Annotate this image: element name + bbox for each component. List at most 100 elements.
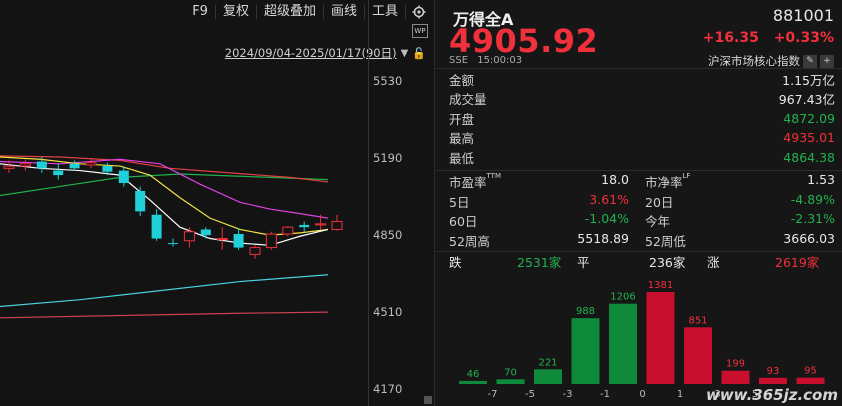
- index-category: 沪深市场核心指数 ✎ +: [708, 53, 834, 69]
- index-category-label: 沪深市场核心指数: [708, 54, 800, 68]
- change-value: +16.35: [702, 30, 759, 46]
- candle-body: [135, 190, 146, 212]
- stat-row: 5日 3.61% 20日 -4.89%: [449, 192, 835, 210]
- quote-row-label: 最低: [449, 150, 475, 166]
- stat-label: 20日: [645, 194, 674, 210]
- candle-body: [151, 214, 162, 239]
- stat-label: 52周高: [449, 233, 490, 249]
- y-tick-label: 4170: [373, 382, 403, 396]
- distribution-axis-label: -7: [488, 389, 498, 400]
- change-percent: +0.33%: [773, 30, 834, 46]
- distribution-bar: [534, 369, 562, 384]
- stat-label: 市盈率TTM: [449, 172, 501, 190]
- candle-body: [53, 170, 64, 176]
- stat-label: 今年: [645, 214, 671, 229]
- flat-label: 平: [577, 255, 590, 270]
- up-count: 2619家: [775, 255, 820, 270]
- quote-row-value: 967.43亿: [778, 92, 835, 107]
- quote-row-value: 4864.38: [783, 149, 835, 165]
- edit-icon[interactable]: ✎: [803, 54, 817, 68]
- stat-value: -1.04%: [584, 211, 629, 226]
- ma30-line: [0, 173, 329, 197]
- distribution-bar: [459, 380, 487, 384]
- quote-row-label: 开盘: [449, 111, 475, 127]
- up-label: 涨: [707, 255, 720, 270]
- candle-body: [282, 226, 294, 235]
- quote-time: 15:00:03: [477, 55, 523, 66]
- distribution-value-label: 851: [688, 315, 707, 326]
- stat-value: -2.31%: [790, 211, 835, 226]
- stat-row: 52周高 5518.89 52周低 3666.03: [449, 231, 835, 249]
- down-label: 跌: [449, 255, 462, 270]
- stat-value: 5518.89: [577, 230, 629, 246]
- stat-label: 60日: [449, 214, 478, 229]
- distribution-value-label: 1381: [648, 280, 673, 291]
- distribution-axis-label: 1: [677, 389, 683, 400]
- stat-label: 5日: [449, 194, 470, 210]
- quote-row-label: 金额: [449, 72, 475, 88]
- instrument-code: 881001: [772, 6, 834, 25]
- candle-body: [249, 247, 261, 255]
- distribution-value-label: 46: [467, 369, 480, 380]
- distribution-bar: [496, 379, 525, 384]
- candle-body: [315, 223, 327, 226]
- distribution-value-label: 95: [804, 366, 817, 377]
- candle-body: [3, 165, 15, 169]
- ma120-line: [0, 274, 329, 308]
- distribution-value-label: 93: [767, 366, 780, 377]
- quote-row: 最低 4864.38: [449, 148, 835, 166]
- distribution-value-label: 221: [538, 357, 557, 368]
- quote-row: 金额 1.15万亿: [449, 70, 835, 88]
- distribution-axis-label: -3: [563, 389, 573, 400]
- distribution-bar: [721, 370, 750, 384]
- quote-row-value: 1.15万亿: [782, 72, 835, 88]
- stat-value: 1.53: [807, 172, 835, 187]
- candlestick-chart: [0, 155, 343, 319]
- candle-body: [200, 229, 211, 236]
- stat-value: 18.0: [601, 172, 629, 187]
- stat-row: 60日 -1.04% 今年 -2.31%: [449, 211, 835, 229]
- y-tick-label: 5190: [373, 151, 403, 165]
- distribution-value-label: 988: [576, 306, 595, 317]
- candle-body: [102, 166, 113, 172]
- distribution-axis-label: 0: [639, 389, 645, 400]
- quote-row-label: 最高: [449, 131, 475, 146]
- y-tick-label: 4510: [373, 305, 403, 319]
- candle-body: [36, 161, 47, 169]
- distribution-axis-label: -1: [600, 389, 610, 400]
- distribution-value-label: 1206: [610, 292, 635, 303]
- distribution-bar: [796, 377, 825, 384]
- candle-body: [331, 221, 343, 230]
- quote-row-value: 4935.01: [783, 130, 835, 145]
- stat-sup: TTM: [486, 172, 501, 180]
- stat-label: 市净率LF: [645, 172, 691, 190]
- candle-body: [69, 163, 80, 169]
- y-axis: 5530 5190 4850 4510 4170: [368, 0, 432, 406]
- candle-body: [216, 238, 228, 241]
- corner-handle[interactable]: [424, 396, 432, 404]
- distribution-bar: [646, 292, 675, 384]
- exchange-code: SSE: [449, 55, 469, 66]
- quote-row: 最高 4935.01: [449, 129, 835, 147]
- y-tick-label: 4850: [373, 228, 403, 242]
- stat-row: 市盈率TTM 18.0 市净率LF 1.53: [449, 172, 835, 190]
- down-count: 2531家: [517, 255, 562, 270]
- candle-body: [183, 231, 195, 242]
- kline-chart-panel: F9 复权 超级叠加 画线 工具 WP 2024/09/04-2025/01/1…: [0, 0, 432, 406]
- flat-count: 236家: [649, 255, 686, 270]
- quote-row-value: 4872.09: [783, 110, 835, 126]
- candle-body: [233, 234, 244, 248]
- market-breadth: 跌 2531家 平 236家 涨 2619家: [449, 252, 835, 270]
- site-watermark: www.365jz.com: [705, 386, 838, 404]
- quote-panel: 万得全A 881001 4905.92 +16.35 +0.33% SSE 15…: [434, 0, 842, 406]
- exchange-time: SSE 15:00:03: [449, 55, 522, 66]
- stat-value: 3.61%: [589, 191, 629, 207]
- stat-value: -4.89%: [790, 191, 835, 207]
- distribution-value-label: 70: [504, 367, 517, 378]
- y-tick-label: 5530: [373, 74, 403, 88]
- quote-row: 成交量 967.43亿: [449, 90, 835, 108]
- candle-body: [168, 243, 178, 245]
- ma20-line: [0, 158, 329, 219]
- stat-label: 52周低: [645, 233, 686, 249]
- add-icon[interactable]: +: [820, 54, 834, 68]
